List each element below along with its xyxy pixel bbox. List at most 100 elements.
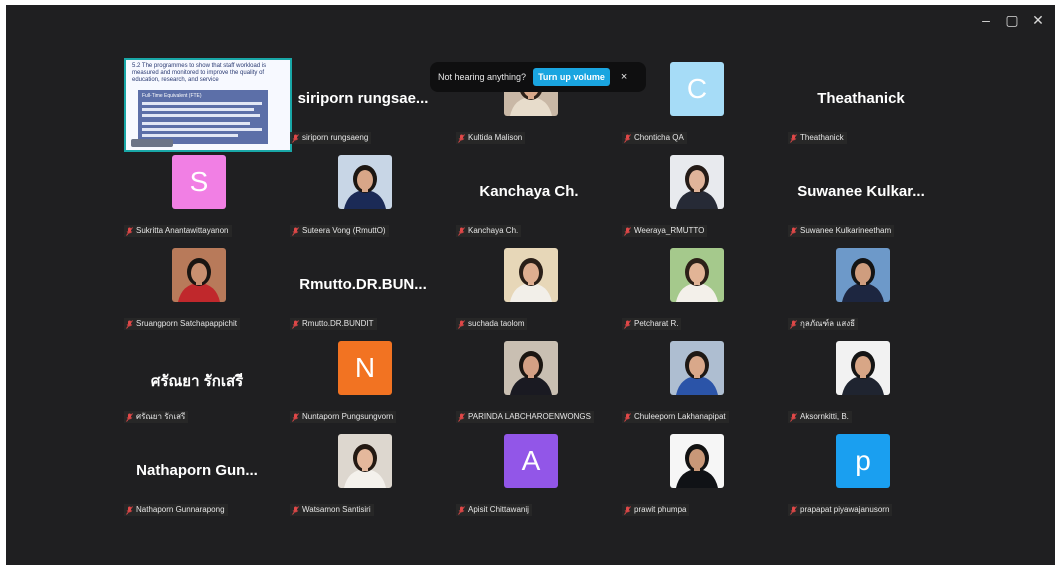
participant-tile[interactable]: prawit phumpa (612, 424, 778, 517)
muted-mic-icon (458, 226, 465, 236)
muted-mic-icon (624, 319, 631, 329)
muted-mic-icon (624, 412, 631, 422)
participant-name-label: ศรัณยา รักเสรี (124, 411, 189, 423)
avatar-initial: C (670, 62, 724, 116)
participant-tile[interactable]: Weeraya_RMUTTO (612, 145, 778, 238)
shared-slide-box: Full-Time Equivalent (FTE) (138, 90, 268, 144)
participant-display-name: Suwanee Kulkar... (797, 183, 925, 200)
avatar-photo (670, 434, 724, 488)
avatar-photo (504, 248, 558, 302)
muted-mic-icon (458, 412, 465, 422)
participant-tile[interactable]: Theathanick Theathanick (778, 52, 944, 145)
avatar-photo (836, 248, 890, 302)
participant-name-label: Aksornkitti, B. (788, 411, 852, 423)
participant-name-label: suchada taolom (456, 318, 528, 330)
participant-tile[interactable]: Suwanee Kulkar... Suwanee Kulkarineetham (778, 145, 944, 238)
participant-name-label: Apisit Chittawanij (456, 504, 532, 516)
muted-mic-icon (790, 319, 797, 329)
participant-tile[interactable]: PARINDA LABCHAROENWONGS (446, 331, 612, 424)
participant-tile[interactable]: Rmutto.DR.BUN... Rmutto.DR.BUNDIT (280, 238, 446, 331)
participant-name-label: Sukritta Anantawittayanon (124, 225, 232, 237)
participant-name-label: Suteera Vong (RmuttO) (290, 225, 389, 237)
muted-mic-icon (126, 319, 133, 329)
avatar-photo (338, 155, 392, 209)
participant-tile[interactable]: A Apisit Chittawanij (446, 424, 612, 517)
avatar-initial: A (504, 434, 558, 488)
notification-close-button[interactable]: × (621, 71, 627, 83)
participant-display-name: Kanchaya Ch. (479, 183, 579, 200)
participant-tile[interactable]: Chuleeporn Lakhanapipat (612, 331, 778, 424)
muted-mic-icon (790, 226, 797, 236)
participant-name: Aksornkitti, B. (800, 412, 849, 421)
participant-name: Theathanick (800, 133, 844, 142)
participant-tile[interactable]: Kanchaya Ch. Kanchaya Ch. (446, 145, 612, 238)
participant-name: Nuntaporn Pungsungvorn (302, 412, 394, 421)
participant-tile[interactable]: 5.2 The programmes to show that staff wo… (114, 52, 292, 152)
participant-name-label: Chonticha QA (622, 132, 687, 144)
participant-name-label: PARINDA LABCHAROENWONGS (456, 411, 594, 423)
participant-tile[interactable]: กุลภัณฑ์ล แสงธี (778, 238, 944, 331)
participant-display-name: Nathaporn Gun... (136, 462, 258, 479)
participant-tile[interactable]: ศรัณยา รักเสรี ศรัณยา รักเสรี (114, 331, 280, 424)
participant-tile[interactable]: Sruangporn Satchapappichit (114, 238, 280, 331)
avatar-initial: p (836, 434, 890, 488)
shared-slide-box-heading: Full-Time Equivalent (FTE) (142, 93, 202, 99)
participant-name-label: Suwanee Kulkarineetham (788, 225, 895, 237)
participant-tile[interactable]: Aksornkitti, B. (778, 331, 944, 424)
participant-name-label: Nuntaporn Pungsungvorn (290, 411, 397, 423)
participant-tile[interactable]: Suteera Vong (RmuttO) (280, 145, 446, 238)
muted-mic-icon (126, 505, 133, 515)
restore-button[interactable]: ▢ (1001, 9, 1023, 31)
muted-mic-icon (458, 133, 465, 143)
muted-mic-icon (790, 412, 797, 422)
participant-tile[interactable]: p prapapat piyawajanusorn (778, 424, 944, 517)
minimize-button[interactable]: – (975, 9, 997, 31)
shared-screen-thumbnail[interactable]: 5.2 The programmes to show that staff wo… (124, 58, 292, 152)
participant-name: กุลภัณฑ์ล แสงธี (800, 319, 856, 328)
muted-mic-icon (126, 412, 133, 422)
close-button[interactable]: ✕ (1027, 9, 1049, 31)
muted-mic-icon (292, 319, 299, 329)
muted-mic-icon (624, 505, 631, 515)
meeting-window: – ▢ ✕ 5.2 The programmes to show that st… (6, 5, 1055, 565)
participant-name-label: Rmutto.DR.BUNDIT (290, 318, 377, 330)
participant-tile[interactable]: S Sukritta Anantawittayanon (114, 145, 280, 238)
participant-name: Petcharat R. (634, 319, 679, 328)
participant-tile[interactable]: Nathaporn Gun... Nathaporn Gunnarapong (114, 424, 280, 517)
muted-mic-icon (292, 505, 299, 515)
avatar-initial: S (172, 155, 226, 209)
participant-name-label: Sruangporn Satchapappichit (124, 318, 240, 330)
participant-name: PARINDA LABCHAROENWONGS (468, 412, 591, 421)
participant-name-label: Kanchaya Ch. (456, 225, 522, 237)
participant-name: Chonticha QA (634, 133, 684, 142)
participant-display-name: Theathanick (817, 90, 905, 107)
muted-mic-icon (790, 133, 797, 143)
participant-tile[interactable]: N Nuntaporn Pungsungvorn (280, 331, 446, 424)
participant-tile[interactable]: siriporn rungsae... siriporn rungsaeng (280, 52, 446, 145)
avatar-photo (338, 434, 392, 488)
avatar-initial: N (338, 341, 392, 395)
shared-slide-title: 5.2 The programmes to show that staff wo… (132, 63, 267, 83)
participant-name: Kanchaya Ch. (468, 226, 519, 235)
avatar-photo (670, 248, 724, 302)
participant-tile[interactable]: suchada taolom (446, 238, 612, 331)
participant-display-name: siriporn rungsae... (297, 90, 429, 107)
participant-name: Sukritta Anantawittayanon (136, 226, 229, 235)
participant-name: Suteera Vong (RmuttO) (302, 226, 386, 235)
participant-tile[interactable]: Petcharat R. (612, 238, 778, 331)
participant-name: Rmutto.DR.BUNDIT (302, 319, 374, 328)
audio-notification: Not hearing anything? Turn up volume × (430, 62, 646, 92)
avatar-photo (670, 341, 724, 395)
participant-name-label: Weeraya_RMUTTO (622, 225, 708, 237)
participant-name-label: Kultida Malison (456, 132, 526, 144)
participant-name: Kultida Malison (468, 133, 523, 142)
participant-name-label: Nathaporn Gunnarapong (124, 504, 228, 516)
muted-mic-icon (458, 505, 465, 515)
participant-tile[interactable]: Watsamon Santisiri (280, 424, 446, 517)
participant-name: Weeraya_RMUTTO (634, 226, 705, 235)
avatar-photo (670, 155, 724, 209)
muted-mic-icon (624, 133, 631, 143)
turn-up-volume-button[interactable]: Turn up volume (533, 68, 610, 86)
participant-name: prapapat piyawajanusorn (800, 505, 890, 514)
participant-name-label: prapapat piyawajanusorn (788, 504, 893, 516)
